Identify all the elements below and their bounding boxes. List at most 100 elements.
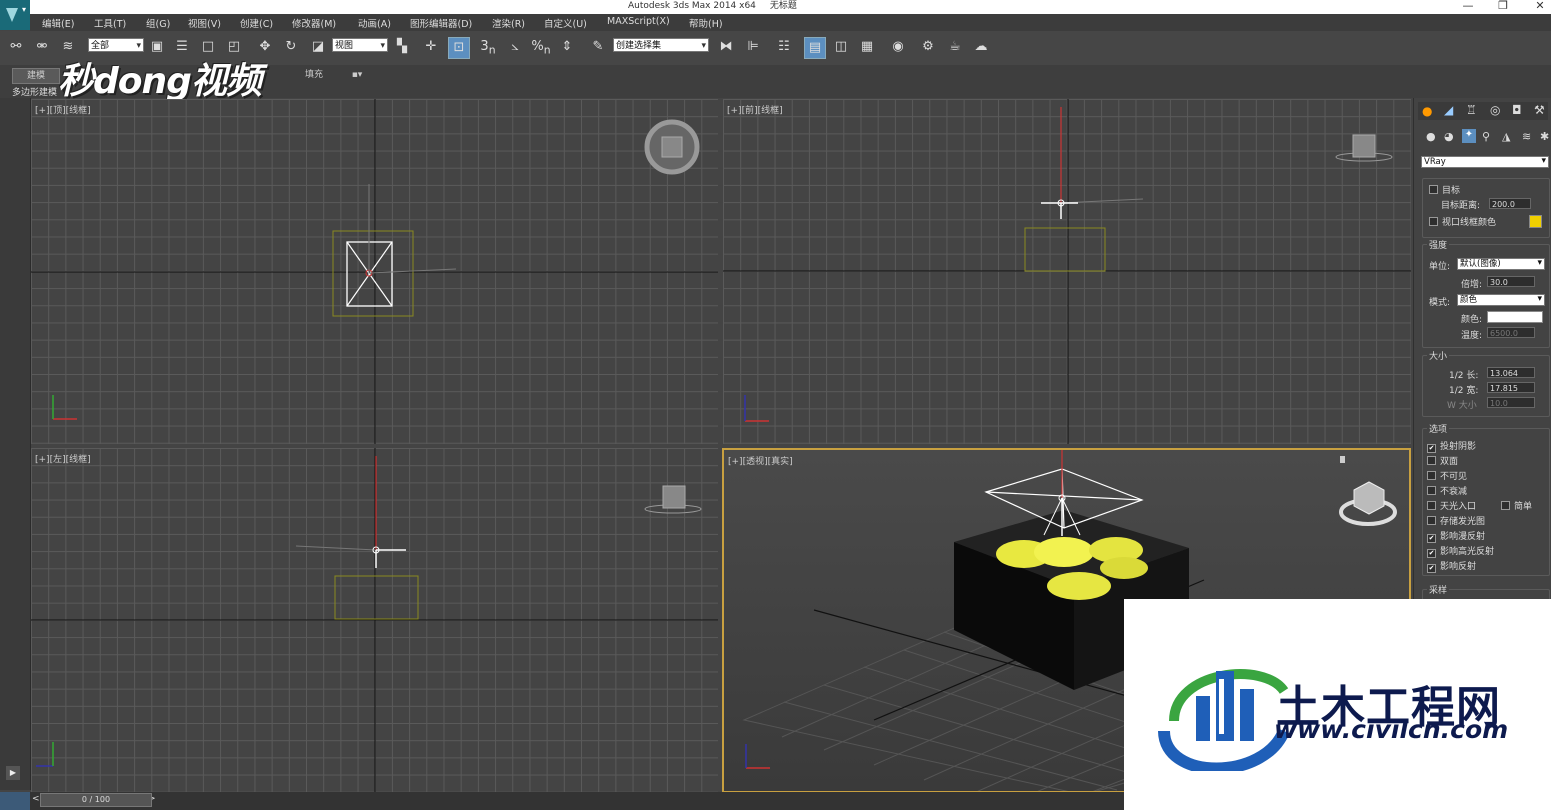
reference-coordinate-dropdown[interactable]: 视图: [332, 38, 388, 53]
half-length-input[interactable]: 13.064: [1487, 367, 1535, 378]
systems-icon[interactable]: ✱: [1540, 130, 1549, 143]
geometry-icon[interactable]: ●: [1426, 130, 1436, 143]
hierarchy-tab-icon[interactable]: ♖: [1466, 103, 1477, 117]
edit-named-selection-icon[interactable]: ✎: [588, 37, 608, 57]
sampling-group-title: 采样: [1427, 583, 1450, 596]
menu-modifiers[interactable]: 修改器(M): [292, 16, 336, 30]
named-selection-dropdown[interactable]: 创建选择集: [613, 38, 709, 53]
polygon-modeling-label[interactable]: 多边形建模: [12, 85, 57, 98]
cameras-icon[interactable]: ⚲: [1482, 130, 1490, 143]
target-distance-label: 目标距离:: [1441, 201, 1481, 211]
light-color-swatch[interactable]: [1487, 311, 1543, 323]
tab-modeling[interactable]: 建模: [12, 68, 60, 84]
viewport-front[interactable]: [+][前][线框]: [723, 99, 1411, 444]
target-checkbox[interactable]: [1429, 185, 1438, 194]
link-icon[interactable]: ⚯: [6, 37, 26, 57]
mode-dropdown[interactable]: 颜色: [1457, 294, 1545, 306]
shapes-icon[interactable]: ◕: [1444, 130, 1454, 143]
selection-filter-dropdown[interactable]: 全部: [88, 38, 144, 53]
option-skylight-portal[interactable]: 天光入口: [1427, 499, 1476, 512]
option-no-decay[interactable]: 不衰减: [1427, 484, 1467, 497]
w-size-input[interactable]: 10.0: [1487, 397, 1535, 408]
render-production-icon[interactable]: ☁: [971, 37, 991, 57]
app-menu-button[interactable]: ▾: [0, 0, 30, 30]
half-width-label: 1/2 宽:: [1449, 386, 1479, 396]
rotate-icon[interactable]: ↻: [281, 37, 301, 57]
select-manipulate-icon[interactable]: ✛: [421, 37, 441, 57]
menu-maxscript[interactable]: MAXScript(X): [607, 16, 670, 27]
snaps-toggle-icon[interactable]: 3n: [478, 37, 498, 57]
menu-create[interactable]: 创建(C): [240, 16, 273, 30]
renderer-category-dropdown[interactable]: VRay: [1421, 156, 1549, 168]
helpers-icon[interactable]: ◮: [1502, 130, 1510, 143]
ribbon-options-icon[interactable]: ▪▾: [344, 68, 370, 82]
app-title: Autodesk 3ds Max 2014 x64: [628, 1, 756, 11]
multiplier-input[interactable]: 30.0: [1487, 276, 1535, 287]
menu-animation[interactable]: 动画(A): [358, 16, 391, 30]
menu-view[interactable]: 视图(V): [188, 16, 221, 30]
modify-tab-icon[interactable]: ◢: [1444, 103, 1453, 117]
wire-color-swatch[interactable]: [1529, 215, 1542, 228]
svg-text:▾: ▾: [22, 5, 26, 14]
viewport-top[interactable]: [+][顶][线框]: [31, 99, 718, 444]
create-tab-icon[interactable]: ●: [1422, 104, 1432, 118]
keyboard-shortcut-override-icon[interactable]: ⊡: [448, 37, 470, 59]
option-simple[interactable]: 简单: [1501, 499, 1532, 512]
close-button[interactable]: ✕: [1530, 0, 1550, 12]
menu-edit[interactable]: 编辑(E): [42, 16, 74, 30]
menu-graph-editors[interactable]: 图形编辑器(D): [410, 16, 472, 30]
minimize-button[interactable]: —: [1458, 0, 1478, 12]
display-tab-icon[interactable]: ◘: [1512, 103, 1522, 117]
option-store-irradiance[interactable]: 存储发光图: [1427, 514, 1485, 527]
viewport-left[interactable]: [+][左][线框]: [31, 448, 718, 792]
motion-tab-icon[interactable]: ◎: [1490, 103, 1500, 117]
viewport-wire-color-checkbox[interactable]: [1429, 217, 1438, 226]
layer-manager-icon[interactable]: ☷: [774, 37, 794, 57]
pivot-center-icon[interactable]: ▚: [392, 37, 412, 57]
half-length-label: 1/2 长:: [1449, 371, 1479, 381]
curve-editor-icon[interactable]: ◫: [831, 37, 851, 57]
option-double-sided[interactable]: 双面: [1427, 454, 1458, 467]
rendered-frame-icon[interactable]: ☕: [945, 37, 965, 57]
target-distance-input[interactable]: 200.0: [1489, 198, 1531, 209]
menu-group[interactable]: 组(G): [146, 16, 170, 30]
play-arrow-icon[interactable]: ▶: [6, 766, 20, 780]
spinner-snap-icon[interactable]: ⇕: [557, 37, 577, 57]
half-width-input[interactable]: 17.815: [1487, 382, 1535, 393]
tab-populate[interactable]: 填充: [296, 68, 332, 82]
size-group-title: 大小: [1427, 349, 1450, 362]
units-dropdown[interactable]: 默认(图像): [1457, 258, 1545, 270]
color-label: 颜色:: [1461, 315, 1483, 325]
maximize-button[interactable]: ❐: [1493, 0, 1513, 12]
menu-help[interactable]: 帮助(H): [689, 16, 723, 30]
option-invisible[interactable]: 不可见: [1427, 469, 1467, 482]
app-logo-icon: ▾: [6, 5, 26, 22]
menu-rendering[interactable]: 渲染(R): [492, 16, 525, 30]
menu-customize[interactable]: 自定义(U): [544, 16, 587, 30]
utilities-tab-icon[interactable]: ⚒: [1534, 103, 1545, 117]
viewport-wire-color-label: 视口线框颜色: [1442, 218, 1497, 228]
percent-snap-icon[interactable]: %n: [531, 37, 551, 57]
temperature-input[interactable]: 6500.0: [1487, 327, 1535, 338]
align-icon[interactable]: ⊫: [743, 37, 763, 57]
scale-icon[interactable]: ◪: [308, 37, 328, 57]
option-affect-reflections[interactable]: ✔ 影响反射: [1427, 559, 1476, 573]
time-slider[interactable]: 0 / 100: [40, 793, 152, 807]
unlink-icon[interactable]: ⚮: [32, 37, 52, 57]
render-setup-icon[interactable]: ⚙: [918, 37, 938, 57]
option-affect-diffuse[interactable]: ✔ 影响漫反射: [1427, 529, 1485, 543]
material-editor-icon[interactable]: ◉: [888, 37, 908, 57]
graphite-ribbon-icon[interactable]: ▤: [804, 37, 826, 59]
angle-snap-icon[interactable]: ⦣: [505, 37, 525, 57]
spacewarps-icon[interactable]: ≋: [1522, 130, 1531, 143]
target-label: 目标: [1442, 186, 1461, 196]
lights-icon[interactable]: ✦: [1462, 129, 1476, 143]
schematic-view-icon[interactable]: ▦: [857, 37, 877, 57]
mini-listener-icon[interactable]: [0, 792, 30, 810]
mirror-icon[interactable]: ⧓: [716, 37, 736, 57]
menu-tools[interactable]: 工具(T): [94, 16, 126, 30]
prev-frame-button[interactable]: <: [32, 794, 40, 804]
option-affect-specular[interactable]: ✔ 影响高光反射: [1427, 544, 1494, 558]
option-cast-shadows[interactable]: ✔ 投射阴影: [1427, 439, 1476, 453]
intensity-group-title: 强度: [1427, 238, 1450, 251]
